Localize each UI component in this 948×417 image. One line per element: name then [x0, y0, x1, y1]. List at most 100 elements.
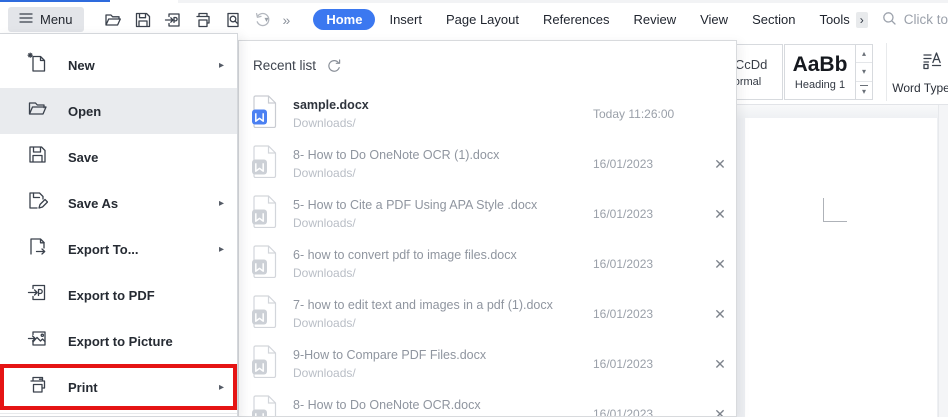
submenu-arrow-icon: ▸ [218, 243, 224, 255]
hamburger-icon [19, 12, 33, 27]
recent-file-row[interactable]: 9-How to Compare PDF Files.docx Download… [251, 339, 726, 389]
menu-item-label: New [68, 57, 95, 73]
ribbon-tabs: Home Insert Page Layout References Revie… [313, 9, 868, 30]
file-date: 16/01/2023 [593, 307, 654, 321]
export-pdf-icon [27, 282, 48, 308]
export-picture-icon [27, 328, 48, 354]
file-name: 5- How to Cite a PDF Using APA Style .do… [293, 198, 538, 212]
menu-button-label: Menu [40, 12, 73, 27]
print-icon[interactable] [194, 11, 212, 29]
gallery-down-icon[interactable]: ▾ [856, 63, 872, 82]
margin-corner-mark [823, 198, 847, 222]
menu-item-label: Open [68, 103, 102, 119]
docx-file-icon [251, 395, 293, 416]
menu-item-print[interactable]: Print ▸ [0, 364, 237, 410]
file-path: Downloads/ [293, 216, 356, 230]
recent-list-panel: Recent list sample.docx Downloads/ Today… [238, 40, 737, 417]
menu-item-export-to-pdf[interactable]: Export to PDF [0, 272, 237, 318]
file-path: Downloads/ [293, 316, 356, 330]
menu-item-export-to[interactable]: Export To... ▸ [0, 226, 237, 272]
close-icon[interactable]: ✕ [703, 156, 736, 173]
more-tools-icon[interactable]: » [283, 12, 291, 28]
print-menu-icon [27, 374, 48, 400]
undo-dropdown-caret[interactable]: ▾ [265, 15, 269, 24]
tab-references[interactable]: References [531, 9, 621, 30]
gallery-up-icon[interactable]: ▴ [856, 45, 872, 64]
file-name: 8- How to Do OneNote OCR.docx [293, 398, 481, 412]
active-tab-indicator [0, 0, 110, 2]
menu-divider [0, 413, 237, 414]
file-date: 16/01/2023 [593, 207, 654, 221]
document-page[interactable] [745, 118, 937, 417]
undo-icon[interactable]: ▾ [254, 11, 269, 28]
docx-file-icon [251, 95, 293, 133]
find-commands-search[interactable]: Click to find commands [882, 11, 948, 29]
file-path: Downloads/ [293, 116, 356, 130]
word-typesetting-icon [921, 49, 943, 76]
export-pdf-icon[interactable] [164, 11, 182, 29]
docx-file-icon [251, 245, 293, 283]
file-name: 7- how to edit text and images in a pdf … [293, 298, 553, 312]
close-icon[interactable]: ✕ [703, 306, 736, 323]
menu-item-label: Export to Picture [68, 333, 173, 349]
search-icon [882, 11, 897, 29]
vertical-scrollbar[interactable] [938, 105, 948, 417]
tools-chevron-icon[interactable]: › [855, 11, 868, 28]
export-to-icon [27, 236, 48, 262]
file-name: 8- How to Do OneNote OCR (1).docx [293, 148, 500, 162]
menu-item-new[interactable]: New ▸ [0, 42, 237, 88]
menu-item-label: Print [68, 379, 98, 395]
close-icon[interactable]: ✕ [703, 256, 736, 273]
tab-insert[interactable]: Insert [377, 9, 434, 30]
close-icon[interactable]: ✕ [703, 406, 736, 417]
tab-page-layout[interactable]: Page Layout [434, 9, 531, 30]
recent-file-row[interactable]: 7- how to edit text and images in a pdf … [251, 289, 726, 339]
file-menu-dropdown: New ▸ Open Save Save As ▸ Export To... ▸… [0, 33, 238, 417]
tab-home[interactable]: Home [313, 9, 376, 30]
menu-item-label: Save [68, 149, 99, 165]
word-typesetting-button[interactable]: Word Typesetti [892, 46, 948, 100]
menu-item-open[interactable]: Open [0, 88, 237, 134]
menu-item-export-to-picture[interactable]: Export to Picture [0, 318, 237, 364]
file-name: 9-How to Compare PDF Files.docx [293, 348, 487, 362]
file-path: Downloads/ [293, 366, 356, 380]
style-preview: AaBb [792, 53, 848, 76]
file-date: 16/01/2023 [593, 407, 654, 417]
gallery-more-icon[interactable]: ▾ [856, 82, 872, 99]
main-toolbar: Menu ▾ » Home Insert Page Layout Referen… [0, 3, 948, 36]
refresh-icon[interactable] [326, 58, 341, 73]
search-placeholder: Click to find commands [903, 12, 948, 27]
document-area [737, 105, 948, 417]
menu-button[interactable]: Menu [8, 7, 84, 32]
recent-list-title: Recent list [253, 57, 317, 73]
file-date: 16/01/2023 [593, 257, 654, 271]
recent-file-row[interactable]: sample.docx Downloads/ Today 11:26:00 ✕ [251, 89, 724, 139]
style-gallery-spinner: ▴ ▾ ▾ [856, 44, 873, 100]
recent-file-row[interactable]: 5- How to Cite a PDF Using APA Style .do… [251, 189, 726, 239]
close-icon[interactable]: ✕ [703, 206, 736, 223]
recent-file-row[interactable]: 8- How to Do OneNote OCR.docx Downloads/… [251, 389, 726, 417]
recent-file-row[interactable]: 6- how to convert pdf to image files.doc… [251, 239, 726, 289]
style-heading1[interactable]: AaBb Heading 1 [784, 44, 856, 100]
ribbon-shadow [737, 105, 948, 119]
menu-item-save[interactable]: Save [0, 134, 237, 180]
recent-file-row[interactable]: 8- How to Do OneNote OCR (1).docx Downlo… [251, 139, 726, 189]
close-icon[interactable]: ✕ [703, 356, 736, 373]
open-icon[interactable] [104, 11, 122, 29]
tab-review[interactable]: Review [621, 9, 688, 30]
file-date: Today 11:26:00 [593, 107, 675, 121]
file-date: 16/01/2023 [593, 157, 654, 171]
tab-tools[interactable]: Tools [807, 9, 861, 30]
open-folder-icon [27, 98, 48, 124]
submenu-arrow-icon: ▸ [218, 59, 224, 71]
menu-item-save-as[interactable]: Save As ▸ [0, 180, 237, 226]
ribbon-separator [886, 43, 887, 101]
file-name: 6- how to convert pdf to image files.doc… [293, 248, 517, 262]
save-icon[interactable] [134, 11, 152, 29]
docx-file-icon [251, 295, 293, 333]
menu-item-label: Export to PDF [68, 287, 155, 303]
tab-view[interactable]: View [688, 9, 740, 30]
word-typesetting-label: Word Typesetti [892, 81, 948, 95]
tab-section[interactable]: Section [740, 9, 807, 30]
print-preview-icon[interactable] [224, 11, 242, 29]
